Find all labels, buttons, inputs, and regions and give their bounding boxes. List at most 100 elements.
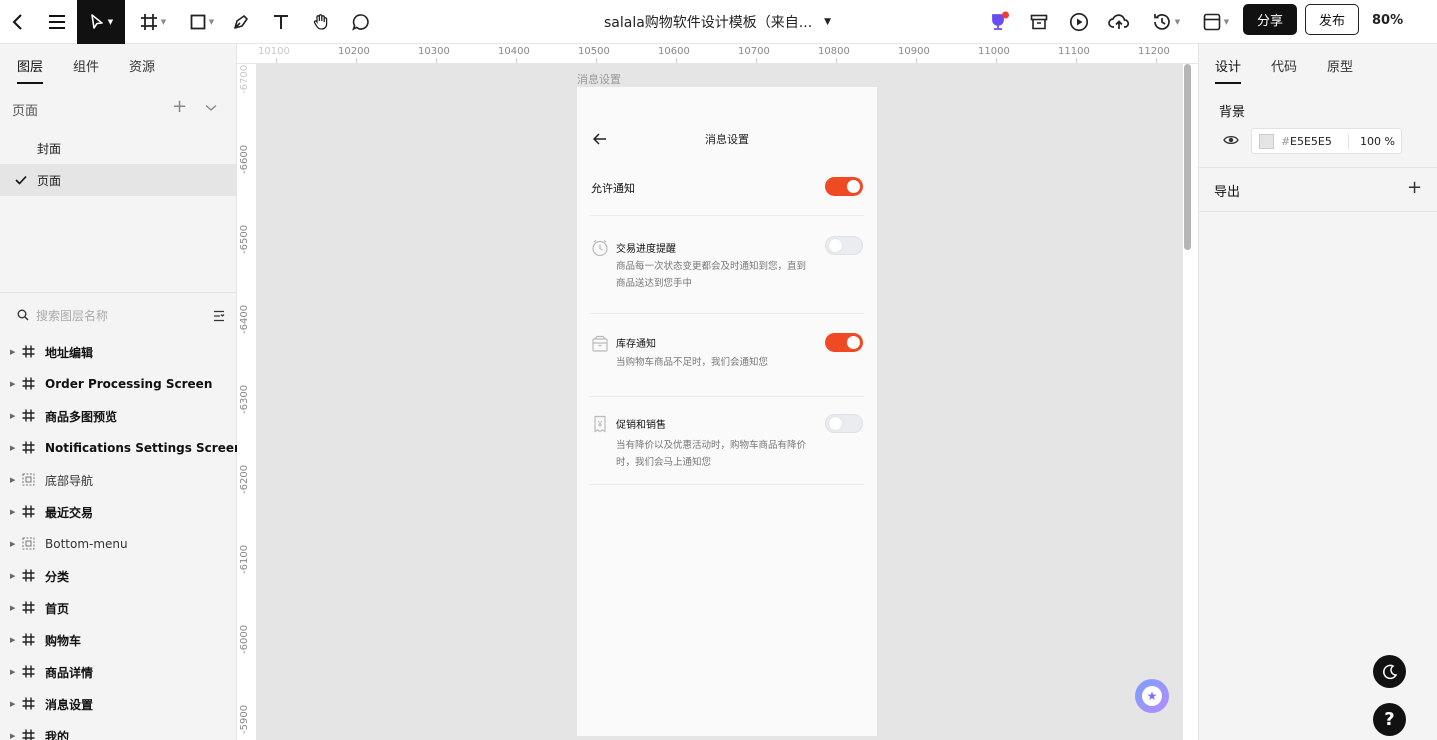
text-tool-button[interactable] bbox=[268, 0, 294, 44]
pen-tool-button[interactable] bbox=[228, 0, 254, 44]
menu-icon[interactable] bbox=[45, 0, 69, 44]
vertical-ruler: -6700 -6600 -6500 -6400 -6300 -6200 -6100 -6000… bbox=[237, 64, 257, 740]
archive-icon bbox=[1030, 14, 1048, 30]
help-button[interactable]: ? bbox=[1373, 703, 1406, 736]
document-title[interactable]: salala购物软件设计模板（来自... ▼ bbox=[604, 0, 831, 44]
ruler-tick-label: 10700 bbox=[738, 46, 770, 57]
page-item-cover[interactable]: 封面 bbox=[0, 132, 236, 164]
component-icon bbox=[22, 473, 35, 489]
expand-caret-icon[interactable]: ▶ bbox=[10, 700, 15, 708]
zoom-level[interactable]: 80% bbox=[1372, 0, 1403, 40]
hand-icon bbox=[313, 14, 328, 30]
tab-components[interactable]: 组件 bbox=[73, 56, 99, 75]
layer-item[interactable]: ▶ 商品详情 bbox=[0, 656, 236, 688]
color-swatch[interactable] bbox=[1259, 134, 1274, 149]
expand-caret-icon[interactable]: ▶ bbox=[10, 508, 15, 516]
trophy-button[interactable] bbox=[986, 0, 1012, 44]
layer-item[interactable]: ▶ Notifications Settings Screen bbox=[0, 432, 243, 464]
canvas-scrollbar[interactable] bbox=[1184, 64, 1191, 250]
expand-caret-icon[interactable]: ▶ bbox=[10, 540, 15, 548]
play-icon bbox=[1069, 12, 1089, 32]
layer-item[interactable]: ▶ 地址编辑 bbox=[0, 336, 236, 368]
layout-button[interactable]: ▼ bbox=[1196, 0, 1236, 44]
expand-caret-icon[interactable]: ▶ bbox=[10, 444, 15, 452]
play-button[interactable] bbox=[1066, 0, 1092, 44]
ruler-tick-label: -6400 bbox=[239, 304, 250, 334]
layer-search-input[interactable] bbox=[36, 306, 196, 326]
history-icon bbox=[1153, 14, 1170, 30]
stock-notification-toggle[interactable] bbox=[825, 333, 863, 352]
chevron-down-icon[interactable] bbox=[205, 101, 217, 115]
search-icon bbox=[17, 309, 29, 324]
rectangle-icon bbox=[190, 14, 206, 30]
expand-caret-icon[interactable]: ▶ bbox=[10, 732, 15, 740]
notification-settings-frame[interactable]: 消息设置 允许通知 交易进度提醒 商品每一次状态变更都会及时通知到您，直到商品送… bbox=[577, 87, 877, 736]
tab-design[interactable]: 设计 bbox=[1215, 56, 1242, 84]
archive-button[interactable] bbox=[1026, 0, 1052, 44]
layer-item[interactable]: ▶ 首页 bbox=[0, 592, 236, 624]
promotion-toggle[interactable] bbox=[825, 414, 863, 433]
expand-caret-icon[interactable]: ▶ bbox=[10, 380, 15, 388]
back-icon[interactable] bbox=[6, 0, 30, 44]
background-opacity-value[interactable]: 100 % bbox=[1360, 135, 1395, 148]
comment-tool-button[interactable] bbox=[348, 0, 374, 44]
move-tool-button[interactable]: ▼ bbox=[77, 0, 125, 44]
add-export-icon[interactable]: + bbox=[1407, 179, 1422, 197]
layer-item[interactable]: ▶ 我的 bbox=[0, 720, 236, 740]
document-title-text: salala购物软件设计模板（来自... bbox=[604, 15, 813, 31]
layer-item[interactable]: ▶ 商品多图预览 bbox=[0, 400, 236, 432]
clock-icon bbox=[591, 239, 609, 260]
frame-icon bbox=[22, 569, 35, 585]
tab-layers[interactable]: 图层 bbox=[17, 56, 44, 84]
chevron-down-icon: ▼ bbox=[824, 17, 832, 27]
layer-item[interactable]: ▶ 最近交易 bbox=[0, 496, 236, 528]
background-hex-value[interactable]: E5E5E5 bbox=[1290, 135, 1332, 148]
frame-icon bbox=[22, 441, 35, 457]
expand-caret-icon[interactable]: ▶ bbox=[10, 476, 15, 484]
divider bbox=[590, 313, 864, 314]
expand-caret-icon[interactable]: ▶ bbox=[10, 668, 15, 676]
layer-item-label: 分类 bbox=[45, 569, 70, 584]
hash-symbol: # bbox=[1281, 135, 1291, 148]
expand-caret-icon[interactable]: ▶ bbox=[10, 412, 15, 420]
theme-toggle-button[interactable] bbox=[1373, 655, 1406, 688]
frame-icon bbox=[22, 729, 35, 740]
share-button[interactable]: 分享 bbox=[1243, 4, 1297, 35]
history-button[interactable]: ▼ bbox=[1146, 0, 1186, 44]
background-color-field[interactable]: # E5E5E5 100 % bbox=[1251, 128, 1402, 154]
ai-assistant-button[interactable]: ★ bbox=[1135, 679, 1169, 713]
shape-tool-button[interactable]: ▼ bbox=[184, 0, 220, 44]
upload-button[interactable] bbox=[1106, 0, 1132, 44]
tab-prototype[interactable]: 原型 bbox=[1327, 56, 1353, 75]
ruler-tick-label: -6300 bbox=[239, 384, 250, 414]
divider bbox=[1199, 167, 1437, 168]
eye-icon[interactable] bbox=[1223, 134, 1239, 149]
tab-code[interactable]: 代码 bbox=[1271, 56, 1297, 75]
layer-item[interactable]: ▶ 底部导航 bbox=[0, 464, 236, 496]
publish-button[interactable]: 发布 bbox=[1305, 4, 1359, 35]
allow-notifications-toggle[interactable] bbox=[825, 177, 863, 196]
layer-item[interactable]: ▶ 购物车 bbox=[0, 624, 236, 656]
layer-item-label: Notifications Settings Screen bbox=[45, 441, 243, 455]
hand-tool-button[interactable] bbox=[308, 0, 334, 44]
add-page-icon[interactable]: + bbox=[172, 98, 187, 116]
expand-caret-icon[interactable]: ▶ bbox=[10, 572, 15, 580]
layer-item[interactable]: ▶ Order Processing Screen bbox=[0, 368, 236, 400]
layer-item[interactable]: ▶ Bottom-menu bbox=[0, 528, 236, 560]
page-item-page[interactable]: 页面 bbox=[0, 164, 236, 196]
frame-tool-button[interactable]: ▼ bbox=[135, 0, 171, 44]
layer-item[interactable]: ▶ 分类 bbox=[0, 560, 236, 592]
layer-search bbox=[0, 302, 236, 330]
comment-icon bbox=[352, 14, 369, 31]
frame-label[interactable]: 消息设置 bbox=[577, 71, 621, 87]
frame-icon bbox=[22, 505, 35, 521]
trade-progress-toggle[interactable] bbox=[825, 236, 863, 255]
tab-assets[interactable]: 资源 bbox=[129, 56, 155, 75]
expand-caret-icon[interactable]: ▶ bbox=[10, 604, 15, 612]
expand-caret-icon[interactable]: ▶ bbox=[10, 636, 15, 644]
cursor-icon bbox=[90, 14, 103, 29]
layer-item[interactable]: ▶ 消息设置 bbox=[0, 688, 236, 720]
frame-icon bbox=[22, 601, 35, 617]
expand-caret-icon[interactable]: ▶ bbox=[10, 348, 15, 356]
filter-icon[interactable] bbox=[213, 310, 225, 325]
